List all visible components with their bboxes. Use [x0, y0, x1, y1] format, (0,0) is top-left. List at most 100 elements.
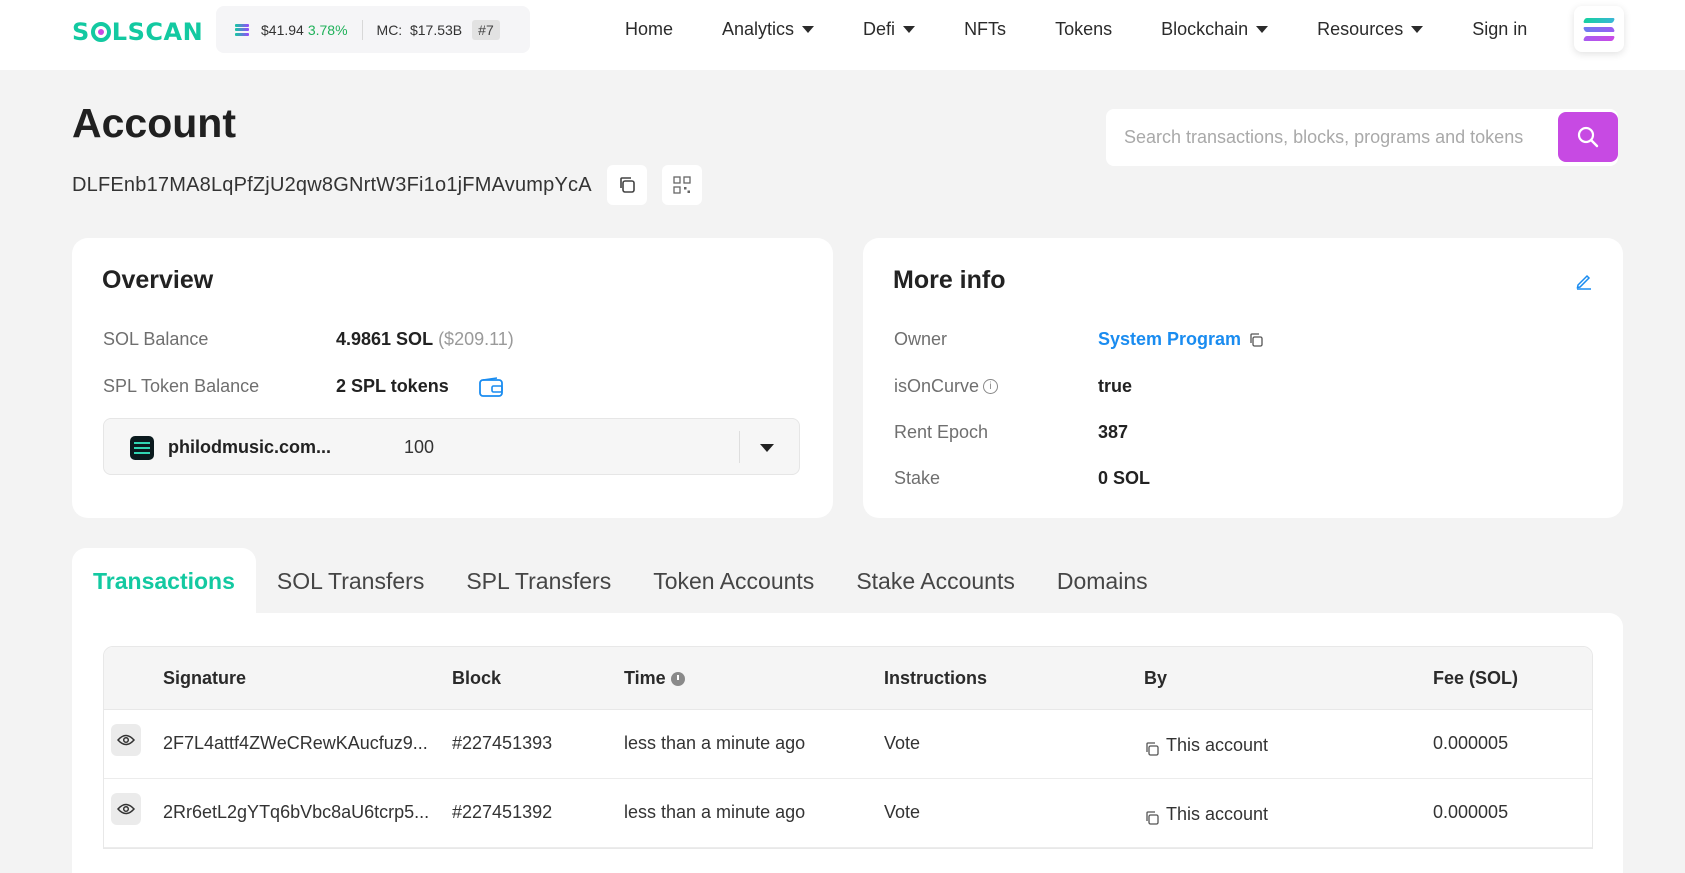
nav-analytics[interactable]: Analytics	[722, 19, 815, 40]
info-icon[interactable]: i	[983, 379, 999, 394]
page-title: Account	[72, 100, 236, 146]
overview-card: Overview SOL Balance 4.9861 SOL ($209.11…	[72, 238, 833, 518]
rent-epoch-value: 387	[1098, 422, 1129, 442]
clock-icon[interactable]	[670, 671, 685, 686]
spl-balance-value-group: 2 SPL tokens	[336, 376, 503, 397]
solscan-logo[interactable]: S LSCAN	[72, 18, 203, 46]
nav-nfts-label: NFTs	[964, 19, 1007, 39]
col-time[interactable]: Time	[624, 668, 685, 689]
copy-icon	[619, 177, 635, 193]
wallet-icon[interactable]	[478, 376, 503, 397]
spl-balance-row: SPL Token Balance 2 SPL tokens	[103, 376, 503, 397]
chevron-down-icon[interactable]	[760, 444, 774, 452]
view-details-button[interactable]	[111, 724, 141, 756]
by-label: This account	[1166, 803, 1269, 824]
transactions-table: Signature Block Time Instructions By Fee…	[103, 646, 1593, 849]
view-details-button[interactable]	[111, 793, 141, 825]
sol-balance-label: SOL Balance	[103, 329, 209, 349]
logo-text-pre: S	[72, 18, 90, 46]
copy-icon[interactable]	[1248, 332, 1264, 348]
caret-down-icon	[1256, 26, 1269, 33]
sol-balance-usd: ($209.11)	[438, 329, 514, 349]
eye-icon	[117, 734, 135, 746]
nav-resources[interactable]: Resources	[1317, 19, 1424, 40]
time-cell: less than a minute ago	[624, 733, 806, 753]
main-nav: Home Analytics Defi NFTs Tokens Blockcha…	[625, 19, 1576, 40]
owner-link[interactable]: System Program	[1098, 329, 1241, 350]
signature-link[interactable]: 2Rr6etL2gYTq6bVbc8aU6tcrp5...	[163, 802, 429, 823]
tab-sol-transfers[interactable]: SOL Transfers	[256, 548, 445, 614]
overview-title: Overview	[102, 266, 214, 294]
col-time-label: Time	[624, 668, 666, 688]
spl-balance-label: SPL Token Balance	[103, 376, 260, 396]
more-info-card: More info Owner System Program isOnCurve…	[863, 238, 1623, 518]
nav-blockchain[interactable]: Blockchain	[1161, 19, 1269, 40]
search-input[interactable]	[1106, 109, 1546, 166]
table-row: 2Rr6etL2gYTq6bVbc8aU6tcrp5... #227451392…	[104, 779, 1592, 848]
spl-balance-value: 2 SPL tokens	[336, 376, 449, 396]
nav-sign-in[interactable]: Sign in	[1472, 19, 1527, 40]
nav-sign-in-label: Sign in	[1472, 19, 1528, 39]
tab-stake-accounts[interactable]: Stake Accounts	[835, 548, 1036, 614]
token-logo-icon	[130, 436, 154, 460]
fee-cell: 0.000005	[1433, 802, 1509, 822]
search-box	[1106, 109, 1618, 166]
edit-icon[interactable]	[1575, 272, 1593, 290]
tab-token-accounts[interactable]: Token Accounts	[632, 548, 835, 614]
col-instructions: Instructions	[884, 668, 988, 688]
is-on-curve-row: isOnCurve i true	[894, 376, 1132, 397]
solana-menu-icon[interactable]	[1574, 6, 1624, 52]
sol-price-ticker: $41.94 3.78% MC: $17.53B #7	[216, 6, 530, 53]
copy-address-button[interactable]	[606, 165, 647, 205]
token-dropdown[interactable]: philodmusic.com... 100	[103, 418, 800, 475]
sol-balance-value-group: 4.9861 SOL ($209.11)	[336, 329, 514, 350]
instructions-cell: Vote	[884, 802, 921, 822]
block-link[interactable]: #227451392	[452, 802, 552, 823]
tab-domains[interactable]: Domains	[1036, 548, 1169, 614]
by-cell: This account	[1144, 733, 1268, 757]
market-cap-label: MC:	[376, 21, 403, 38]
fee-cell: 0.000005	[1433, 733, 1509, 753]
is-on-curve-value: true	[1098, 376, 1133, 396]
nav-tokens[interactable]: Tokens	[1055, 19, 1112, 40]
ticker-divider	[361, 19, 363, 40]
search-button[interactable]	[1558, 112, 1618, 162]
owner-row: Owner System Program	[894, 329, 1263, 350]
tab-spl-transfers[interactable]: SPL Transfers	[445, 548, 632, 614]
col-fee: Fee (SOL)	[1433, 668, 1519, 688]
logo-o-icon	[90, 22, 111, 42]
table-row: 2F7L4attf4ZWeCRewKAucfuz9... #227451393 …	[104, 710, 1592, 779]
by-cell: This account	[1144, 802, 1268, 826]
owner-label: Owner	[894, 329, 948, 349]
account-tabs: Transactions SOL Transfers SPL Transfers…	[72, 548, 1169, 614]
copy-icon[interactable]	[1144, 810, 1160, 826]
caret-down-icon	[802, 26, 815, 33]
nav-nfts[interactable]: NFTs	[964, 19, 1006, 40]
sol-balance-value: 4.9861 SOL	[336, 329, 434, 349]
more-info-title: More info	[893, 266, 1006, 294]
signature-link[interactable]: 2F7L4attf4ZWeCRewKAucfuz9...	[163, 733, 428, 754]
search-icon	[1577, 126, 1599, 148]
market-cap-value: $17.53B	[409, 21, 463, 38]
token-divider	[739, 431, 740, 463]
nav-blockchain-label: Blockchain	[1161, 19, 1249, 39]
col-by: By	[1144, 668, 1168, 688]
block-link[interactable]: #227451393	[452, 733, 552, 754]
qr-code-button[interactable]	[661, 165, 702, 205]
caret-down-icon	[1411, 26, 1424, 33]
nav-home[interactable]: Home	[625, 19, 673, 40]
is-on-curve-label: isOnCurve	[894, 376, 980, 396]
stake-label: Stake	[894, 468, 941, 488]
top-navbar: S LSCAN $41.94 3.78% MC: $17.53B #7 Home …	[0, 0, 1685, 70]
stake-value: 0 SOL	[1098, 468, 1151, 488]
nav-defi-label: Defi	[863, 19, 896, 39]
col-signature: Signature	[163, 668, 247, 688]
tab-transactions[interactable]: Transactions	[72, 548, 256, 614]
nav-analytics-label: Analytics	[722, 19, 795, 39]
qr-code-icon	[673, 176, 691, 194]
copy-icon[interactable]	[1144, 741, 1160, 757]
sol-price-change: 3.78%	[307, 21, 348, 38]
sol-balance-row: SOL Balance 4.9861 SOL ($209.11)	[103, 329, 514, 350]
nav-defi[interactable]: Defi	[863, 19, 916, 40]
eye-icon	[117, 803, 135, 815]
